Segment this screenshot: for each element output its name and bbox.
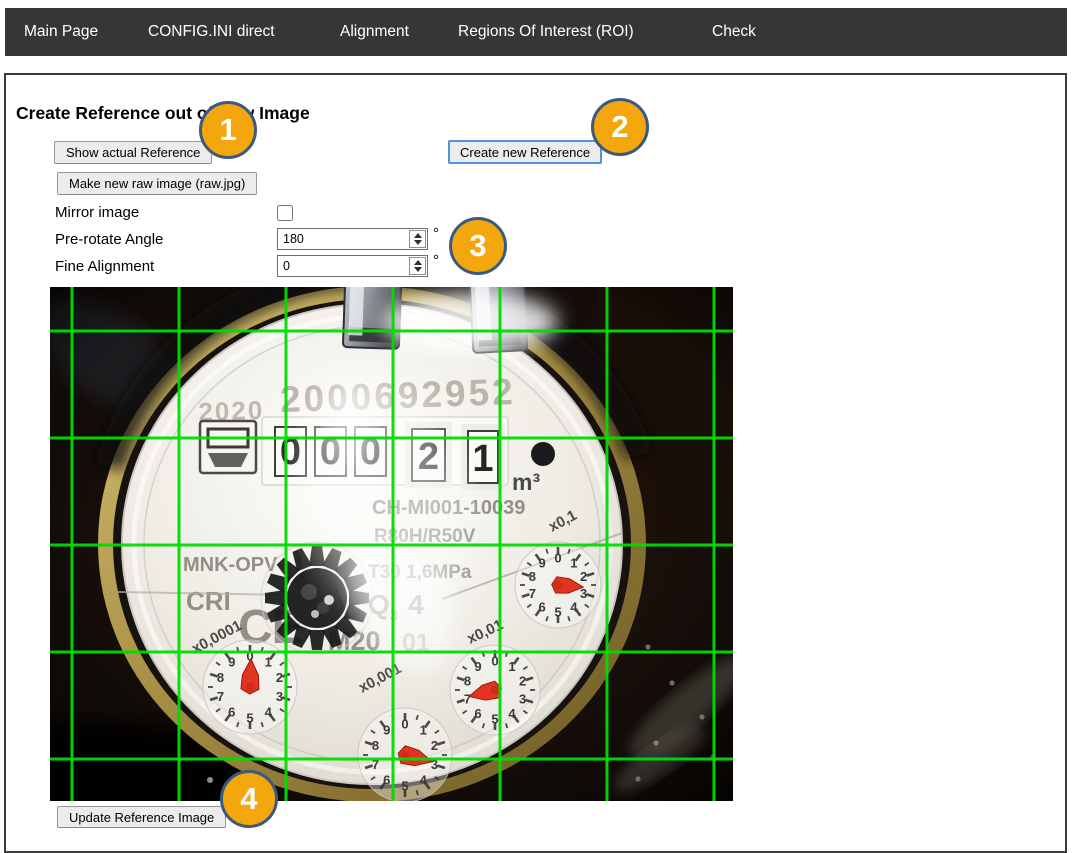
spinner-down-icon[interactable] — [414, 267, 422, 272]
pre-rotate-spinner[interactable] — [409, 230, 426, 248]
update-reference-image-button[interactable]: Update Reference Image — [57, 806, 226, 828]
reference-image-preview: 2020200069295200021m³CEM2001CH-MI001-100… — [50, 287, 733, 801]
nav-alignment[interactable]: Alignment — [340, 8, 409, 56]
show-actual-reference-button[interactable]: Show actual Reference — [54, 141, 212, 164]
annotation-badge-1: 1 — [199, 101, 257, 159]
nav-check[interactable]: Check — [712, 8, 756, 56]
content-panel: Create Reference out of Raw Image Show a… — [4, 73, 1067, 853]
pre-rotate-angle-input-wrap — [277, 228, 428, 250]
mirror-image-label: Mirror image — [55, 204, 139, 221]
top-nav: Main Page CONFIG.INI direct Alignment Re… — [5, 8, 1067, 56]
pre-rotate-angle-label: Pre-rotate Angle — [55, 231, 163, 248]
fine-alignment-input[interactable] — [278, 256, 411, 276]
create-new-reference-button[interactable]: Create new Reference — [448, 140, 602, 164]
pre-rotate-angle-input[interactable] — [278, 229, 411, 249]
page-title: Create Reference out of Raw Image — [16, 103, 310, 124]
spinner-up-icon[interactable] — [414, 260, 422, 265]
annotation-badge-2: 2 — [591, 98, 649, 156]
fine-alignment-spinner[interactable] — [409, 257, 426, 275]
spinner-up-icon[interactable] — [414, 233, 422, 238]
make-new-raw-image-button[interactable]: Make new raw image (raw.jpg) — [57, 172, 257, 195]
fine-alignment-label: Fine Alignment — [55, 258, 154, 275]
nav-main-page[interactable]: Main Page — [24, 8, 98, 56]
meter-photo: 2020200069295200021m³CEM2001CH-MI001-100… — [50, 287, 733, 801]
spinner-down-icon[interactable] — [414, 240, 422, 245]
nav-config-ini[interactable]: CONFIG.INI direct — [148, 8, 275, 56]
pre-rotate-degree-symbol: ° — [433, 225, 439, 242]
annotation-badge-4: 4 — [220, 770, 278, 828]
nav-roi[interactable]: Regions Of Interest (ROI) — [458, 8, 634, 56]
mirror-checkbox[interactable] — [277, 205, 293, 221]
fine-alignment-degree-symbol: ° — [433, 252, 439, 269]
annotation-badge-3: 3 — [449, 217, 507, 275]
fine-alignment-input-wrap — [277, 255, 428, 277]
